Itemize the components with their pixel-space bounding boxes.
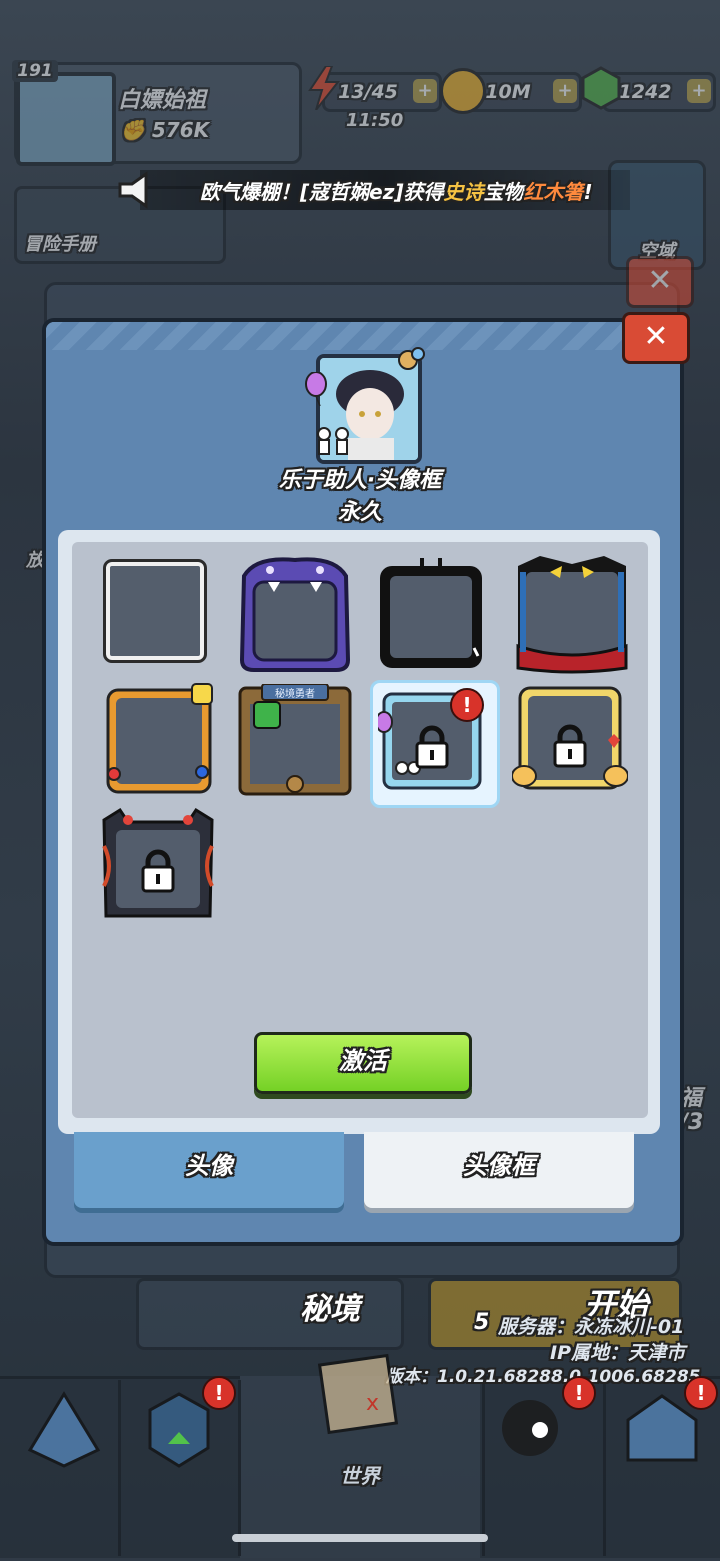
announcement-item: 红木箸 <box>523 180 584 204</box>
frame-duration: 永久 <box>337 500 382 525</box>
nav-world-label[interactable]: 世界 <box>0 1460 720 1489</box>
frame-purple-monster[interactable] <box>236 556 354 672</box>
lock-icon <box>141 849 175 893</box>
announcement-prefix: 欧气爆棚！[寇哲娴ez]获得 <box>200 180 444 204</box>
add-gold-button[interactable]: + <box>553 79 577 103</box>
nav-alert-badge-3: ! <box>684 1376 718 1410</box>
add-energy-button[interactable]: + <box>413 79 437 103</box>
secret-realm-button[interactable] <box>136 1278 404 1350</box>
player-power-value: 576K <box>151 118 210 142</box>
balloon-yellow-icon <box>398 347 425 370</box>
close-button[interactable]: ✕ <box>622 312 690 364</box>
player-power: ✊ 576K <box>120 118 209 142</box>
nav-alert-badge-2: ! <box>562 1376 596 1410</box>
announcement-suffix: ! <box>583 180 593 204</box>
ip-location: IP属地：天津市 <box>550 1342 685 1364</box>
announcement-mid: 宝物 <box>483 180 524 204</box>
wooden-frame-art <box>238 683 352 796</box>
frame-demon-horns[interactable] <box>98 806 218 924</box>
energy-timer: 11:50 <box>346 110 404 131</box>
background-close-button[interactable]: ✕ <box>626 256 694 308</box>
frame-black-antenna[interactable] <box>376 556 486 672</box>
server-info: 服务器：永冻冰川-01 <box>498 1316 685 1338</box>
treasure-map-icon: x <box>317 1353 399 1435</box>
energy-resource: 13/45 + <box>322 72 442 112</box>
player-avatar[interactable] <box>16 72 116 166</box>
new-alert-badge: ! <box>450 688 484 722</box>
version-info: 版本：1.0.21.68288.0.1006.68285 <box>386 1367 701 1387</box>
megaphone-icon <box>118 171 148 209</box>
svg-text:x: x <box>366 1391 379 1416</box>
stamina-cost: 5 <box>474 1310 490 1335</box>
add-gem-button[interactable]: + <box>687 79 711 103</box>
activate-button[interactable]: 激活 <box>254 1032 472 1094</box>
black-antenna-frame-art <box>380 558 482 668</box>
crystal-icon <box>27 1391 101 1468</box>
home-indicator[interactable] <box>232 1534 488 1542</box>
frame-thumbs-up[interactable] <box>511 684 629 796</box>
adventure-book-label: 冒险手册 <box>24 234 96 255</box>
purple-monster-frame-art <box>239 557 351 672</box>
frame-yellow-eyes-scarf[interactable] <box>514 552 630 674</box>
game-controller-frame-art <box>106 683 213 794</box>
balloon-purple-icon <box>305 372 327 406</box>
frame-game-controller[interactable] <box>104 682 218 796</box>
yellow-eyes-frame-art <box>516 556 628 674</box>
lock-icon <box>415 725 449 769</box>
fist-icon: ✊ <box>120 118 152 142</box>
player-level: 191 <box>12 60 58 82</box>
gem-icon <box>581 66 621 110</box>
shadow-character-icon <box>502 1400 558 1456</box>
secret-realm-label: 秘境 <box>300 1292 360 1327</box>
announcement-rarity: 史诗 <box>443 180 484 204</box>
tab-avatar-frame[interactable]: 头像框 <box>364 1132 634 1208</box>
player-name: 白嫖始祖 <box>118 88 207 113</box>
frame-secret-realm-hero[interactable]: 秘境勇者 <box>238 683 352 798</box>
upgrade-shield-icon <box>148 1392 210 1468</box>
modal-header-stripe <box>46 322 672 350</box>
announcement-text: 欧气爆棚！[寇哲娴ez]获得史诗宝物红木箸! <box>200 176 593 205</box>
lightning-icon <box>308 66 340 110</box>
lock-icon <box>553 724 587 768</box>
frame-default[interactable] <box>103 559 207 663</box>
gold-coin-icon <box>440 68 486 114</box>
mini-figures-icon <box>317 427 349 455</box>
frame-plaque-text: 秘境勇者 <box>275 689 315 700</box>
tab-avatar[interactable]: 头像 <box>74 1132 344 1208</box>
nav-alert-badge-1: ! <box>202 1376 236 1410</box>
frame-name: 乐于助人·头像框 <box>278 468 442 493</box>
